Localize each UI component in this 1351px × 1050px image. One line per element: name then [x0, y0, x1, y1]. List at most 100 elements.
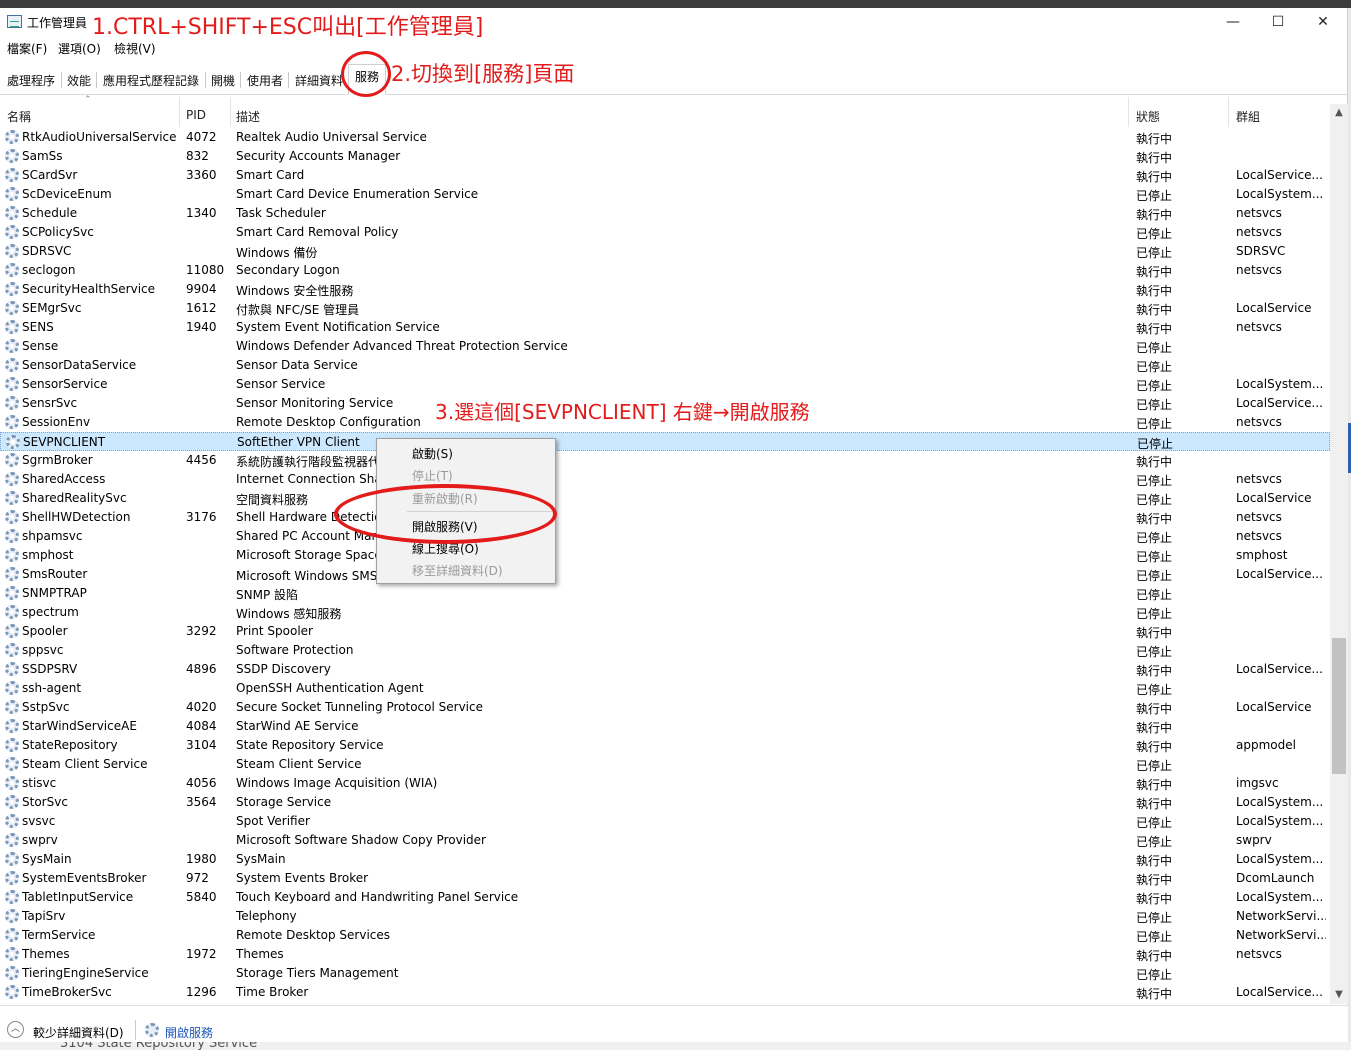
scroll-down-arrow-icon[interactable]: ▼: [1330, 986, 1348, 1004]
table-row[interactable]: Themes 1972 Themes 執行中 netsvcs: [0, 945, 1330, 964]
table-row[interactable]: SecurityHealthService 9904 Windows 安全性服務 執行…: [0, 280, 1330, 299]
service-gear-icon: [5, 510, 19, 524]
service-gear-icon: [5, 168, 19, 182]
column-header-description[interactable]: 描述: [236, 108, 260, 125]
menu-file[interactable]: 檔案(F): [7, 40, 47, 57]
context-menu-start[interactable]: 啟動(S): [412, 445, 453, 462]
menu-options[interactable]: 選項(O): [58, 40, 101, 57]
table-row[interactable]: shpamsvc Shared PC Account Manager 已停止 nets…: [0, 527, 1330, 546]
table-row[interactable]: stisvc 4056 Windows Image Acquisition (WIA…: [0, 774, 1330, 793]
column-divider[interactable]: [230, 97, 231, 127]
table-row[interactable]: smphost Microsoft Storage Spaces SMP 已停止 sm…: [0, 546, 1330, 565]
table-row[interactable]: SENS 1940 System Event Notification Servic…: [0, 318, 1330, 337]
service-gear-icon: [5, 529, 19, 543]
table-row[interactable]: SDRSVC Windows 備份 已停止 SDRSVC: [0, 242, 1330, 261]
chevron-up-circle-icon[interactable]: ︿: [7, 1021, 24, 1038]
table-row[interactable]: StorSvc 3564 Storage Service 執行中 LocalSystem…: [0, 793, 1330, 812]
scrollbar-thumb[interactable]: [1332, 638, 1346, 774]
task-manager-window: 工作管理員 — ☐ ✕ 檔案(F) 選項(O) 檢視(V) 處理程序 效能 應用…: [0, 8, 1348, 1042]
service-description: OpenSSH Authentication Agent: [236, 681, 424, 695]
tab-app-history[interactable]: 應用程式歷程記錄: [103, 72, 199, 89]
table-row[interactable]: SNMPTRAP SNMP 設陷 已停止: [0, 584, 1330, 603]
service-gear-icon: [5, 415, 19, 429]
service-status: 已停止: [1136, 911, 1173, 925]
close-button[interactable]: ✕: [1300, 8, 1346, 36]
table-row[interactable]: TimeBrokerSvc 1296 Time Broker 執行中 LocalServ…: [0, 983, 1330, 1002]
table-row[interactable]: Schedule 1340 Task Scheduler 執行中 netsvcs: [0, 204, 1330, 223]
table-row[interactable]: SystemEventsBroker 972 System Events Broke…: [0, 869, 1330, 888]
table-row[interactable]: Spooler 3292 Print Spooler 執行中: [0, 622, 1330, 641]
table-row[interactable]: seclogon 11080 Secondary Logon 執行中 netsvcs: [0, 261, 1330, 280]
service-description: StarWind AE Service: [236, 719, 359, 733]
service-gear-icon: [5, 396, 19, 410]
table-row[interactable]: SamSs 832 Security Accounts Manager 執行中: [0, 147, 1330, 166]
service-gear-icon: [5, 738, 19, 752]
table-row[interactable]: ScDeviceEnum Smart Card Device Enumeratio…: [0, 185, 1330, 204]
scroll-up-arrow-icon[interactable]: ▲: [1330, 104, 1348, 122]
column-header-pid[interactable]: PID: [186, 108, 206, 122]
service-gear-icon: [5, 605, 19, 619]
table-row[interactable]: Steam Client Service Steam Client Service…: [0, 755, 1330, 774]
menu-view[interactable]: 檢視(V): [114, 40, 156, 57]
column-header-status[interactable]: 狀態: [1136, 108, 1160, 125]
table-row[interactable]: swprv Microsoft Software Shadow Copy Prov…: [0, 831, 1330, 850]
open-services-link[interactable]: 開啟服務: [165, 1024, 213, 1041]
service-group: LocalService: [1236, 700, 1312, 714]
column-header-name[interactable]: 名稱: [7, 108, 31, 125]
service-group: netsvcs: [1236, 320, 1282, 334]
table-row[interactable]: SgrmBroker 4456 系統防護執行階段監視器代理程式 執行中: [0, 451, 1330, 470]
service-gear-icon: [5, 719, 19, 733]
service-name: SENS: [22, 320, 54, 334]
tab-startup[interactable]: 開機: [211, 72, 235, 89]
service-description: Secure Socket Tunneling Protocol Service: [236, 700, 483, 714]
service-group: appmodel: [1236, 738, 1296, 752]
table-row[interactable]: ssh-agent OpenSSH Authentication Agent 已停止: [0, 679, 1330, 698]
tab-processes[interactable]: 處理程序: [7, 72, 55, 89]
annotation-step-1: 1.CTRL+SHIFT+ESC叫出[工作管理員]: [92, 15, 484, 40]
minimize-button[interactable]: —: [1210, 8, 1256, 36]
vertical-scrollbar[interactable]: ▲ ▼: [1330, 104, 1348, 1004]
tab-users[interactable]: 使用者: [247, 72, 283, 89]
table-row[interactable]: SstpSvc 4020 Secure Socket Tunneling Proto…: [0, 698, 1330, 717]
service-status: 已停止: [1136, 474, 1173, 488]
table-row[interactable]: StateRepository 3104 State Repository Serv…: [0, 736, 1330, 755]
service-description: Realtek Audio Universal Service: [236, 130, 427, 144]
table-row[interactable]: TermService Remote Desktop Services 已停止 Net…: [0, 926, 1330, 945]
service-description: Windows 感知服務: [236, 607, 342, 621]
column-divider[interactable]: [179, 97, 180, 127]
table-row[interactable]: SEMgrSvc 1612 付款與 NFC/SE 管理員 執行中 LocalServic…: [0, 299, 1330, 318]
table-row[interactable]: SmsRouter Microsoft Windows SMS 路由器服務 已停止 L…: [0, 565, 1330, 584]
table-row[interactable]: sppsvc Software Protection 已停止: [0, 641, 1330, 660]
table-row[interactable]: ShellHWDetection 3176 Shell Hardware Detec…: [0, 508, 1330, 527]
table-row[interactable]: TabletInputService 5840 Touch Keyboard and…: [0, 888, 1330, 907]
table-row[interactable]: TapiSrv Telephony 已停止 NetworkServi...: [0, 907, 1330, 926]
table-row[interactable]: TieringEngineService Storage Tiers Manage…: [0, 964, 1330, 983]
service-description: Storage Tiers Management: [236, 966, 399, 980]
tab-details[interactable]: 詳細資料: [295, 72, 343, 89]
footer-divider: [135, 1020, 136, 1040]
table-row[interactable]: SysMain 1980 SysMain 執行中 LocalSystem...: [0, 850, 1330, 869]
table-row[interactable]: SharedRealitySvc 空間資料服務 已停止 LocalService: [0, 489, 1330, 508]
table-row[interactable]: RtkAudioUniversalService 4072 Realtek Audi…: [0, 128, 1330, 147]
service-status: 已停止: [1136, 189, 1173, 203]
column-header-group[interactable]: 群組: [1236, 108, 1260, 125]
table-row[interactable]: SensorDataService Sensor Data Service 已停止: [0, 356, 1330, 375]
table-row[interactable]: spectrum Windows 感知服務 已停止: [0, 603, 1330, 622]
table-row[interactable]: SCardSvr 3360 Smart Card 執行中 LocalService...: [0, 166, 1330, 185]
table-row[interactable]: svsvc Spot Verifier 已停止 LocalSystem...: [0, 812, 1330, 831]
column-divider[interactable]: [1228, 97, 1229, 127]
context-menu-stop: 停止(T): [412, 469, 453, 483]
table-row[interactable]: SSDPSRV 4896 SSDP Discovery 執行中 LocalService…: [0, 660, 1330, 679]
maximize-button[interactable]: ☐: [1255, 8, 1301, 36]
tab-performance[interactable]: 效能: [67, 72, 91, 89]
table-row[interactable]: StarWindServiceAE 4084 StarWind AE Service…: [0, 717, 1330, 736]
table-row-selected[interactable]: SEVPNCLIENT SoftEther VPN Client 已停止: [0, 432, 1330, 451]
table-row[interactable]: SharedAccess Internet Connection Sharing …: [0, 470, 1330, 489]
table-row[interactable]: SCPolicySvc Smart Card Removal Policy 已停止 n…: [0, 223, 1330, 242]
fewer-details-link[interactable]: 較少詳細資料(D): [33, 1024, 124, 1041]
table-row[interactable]: SensorService Sensor Service 已停止 LocalSyste…: [0, 375, 1330, 394]
column-divider[interactable]: [1128, 97, 1129, 127]
table-row[interactable]: Sense Windows Defender Advanced Threat Pr…: [0, 337, 1330, 356]
service-name: SCardSvr: [22, 168, 78, 182]
window-title: 工作管理員: [27, 16, 88, 30]
